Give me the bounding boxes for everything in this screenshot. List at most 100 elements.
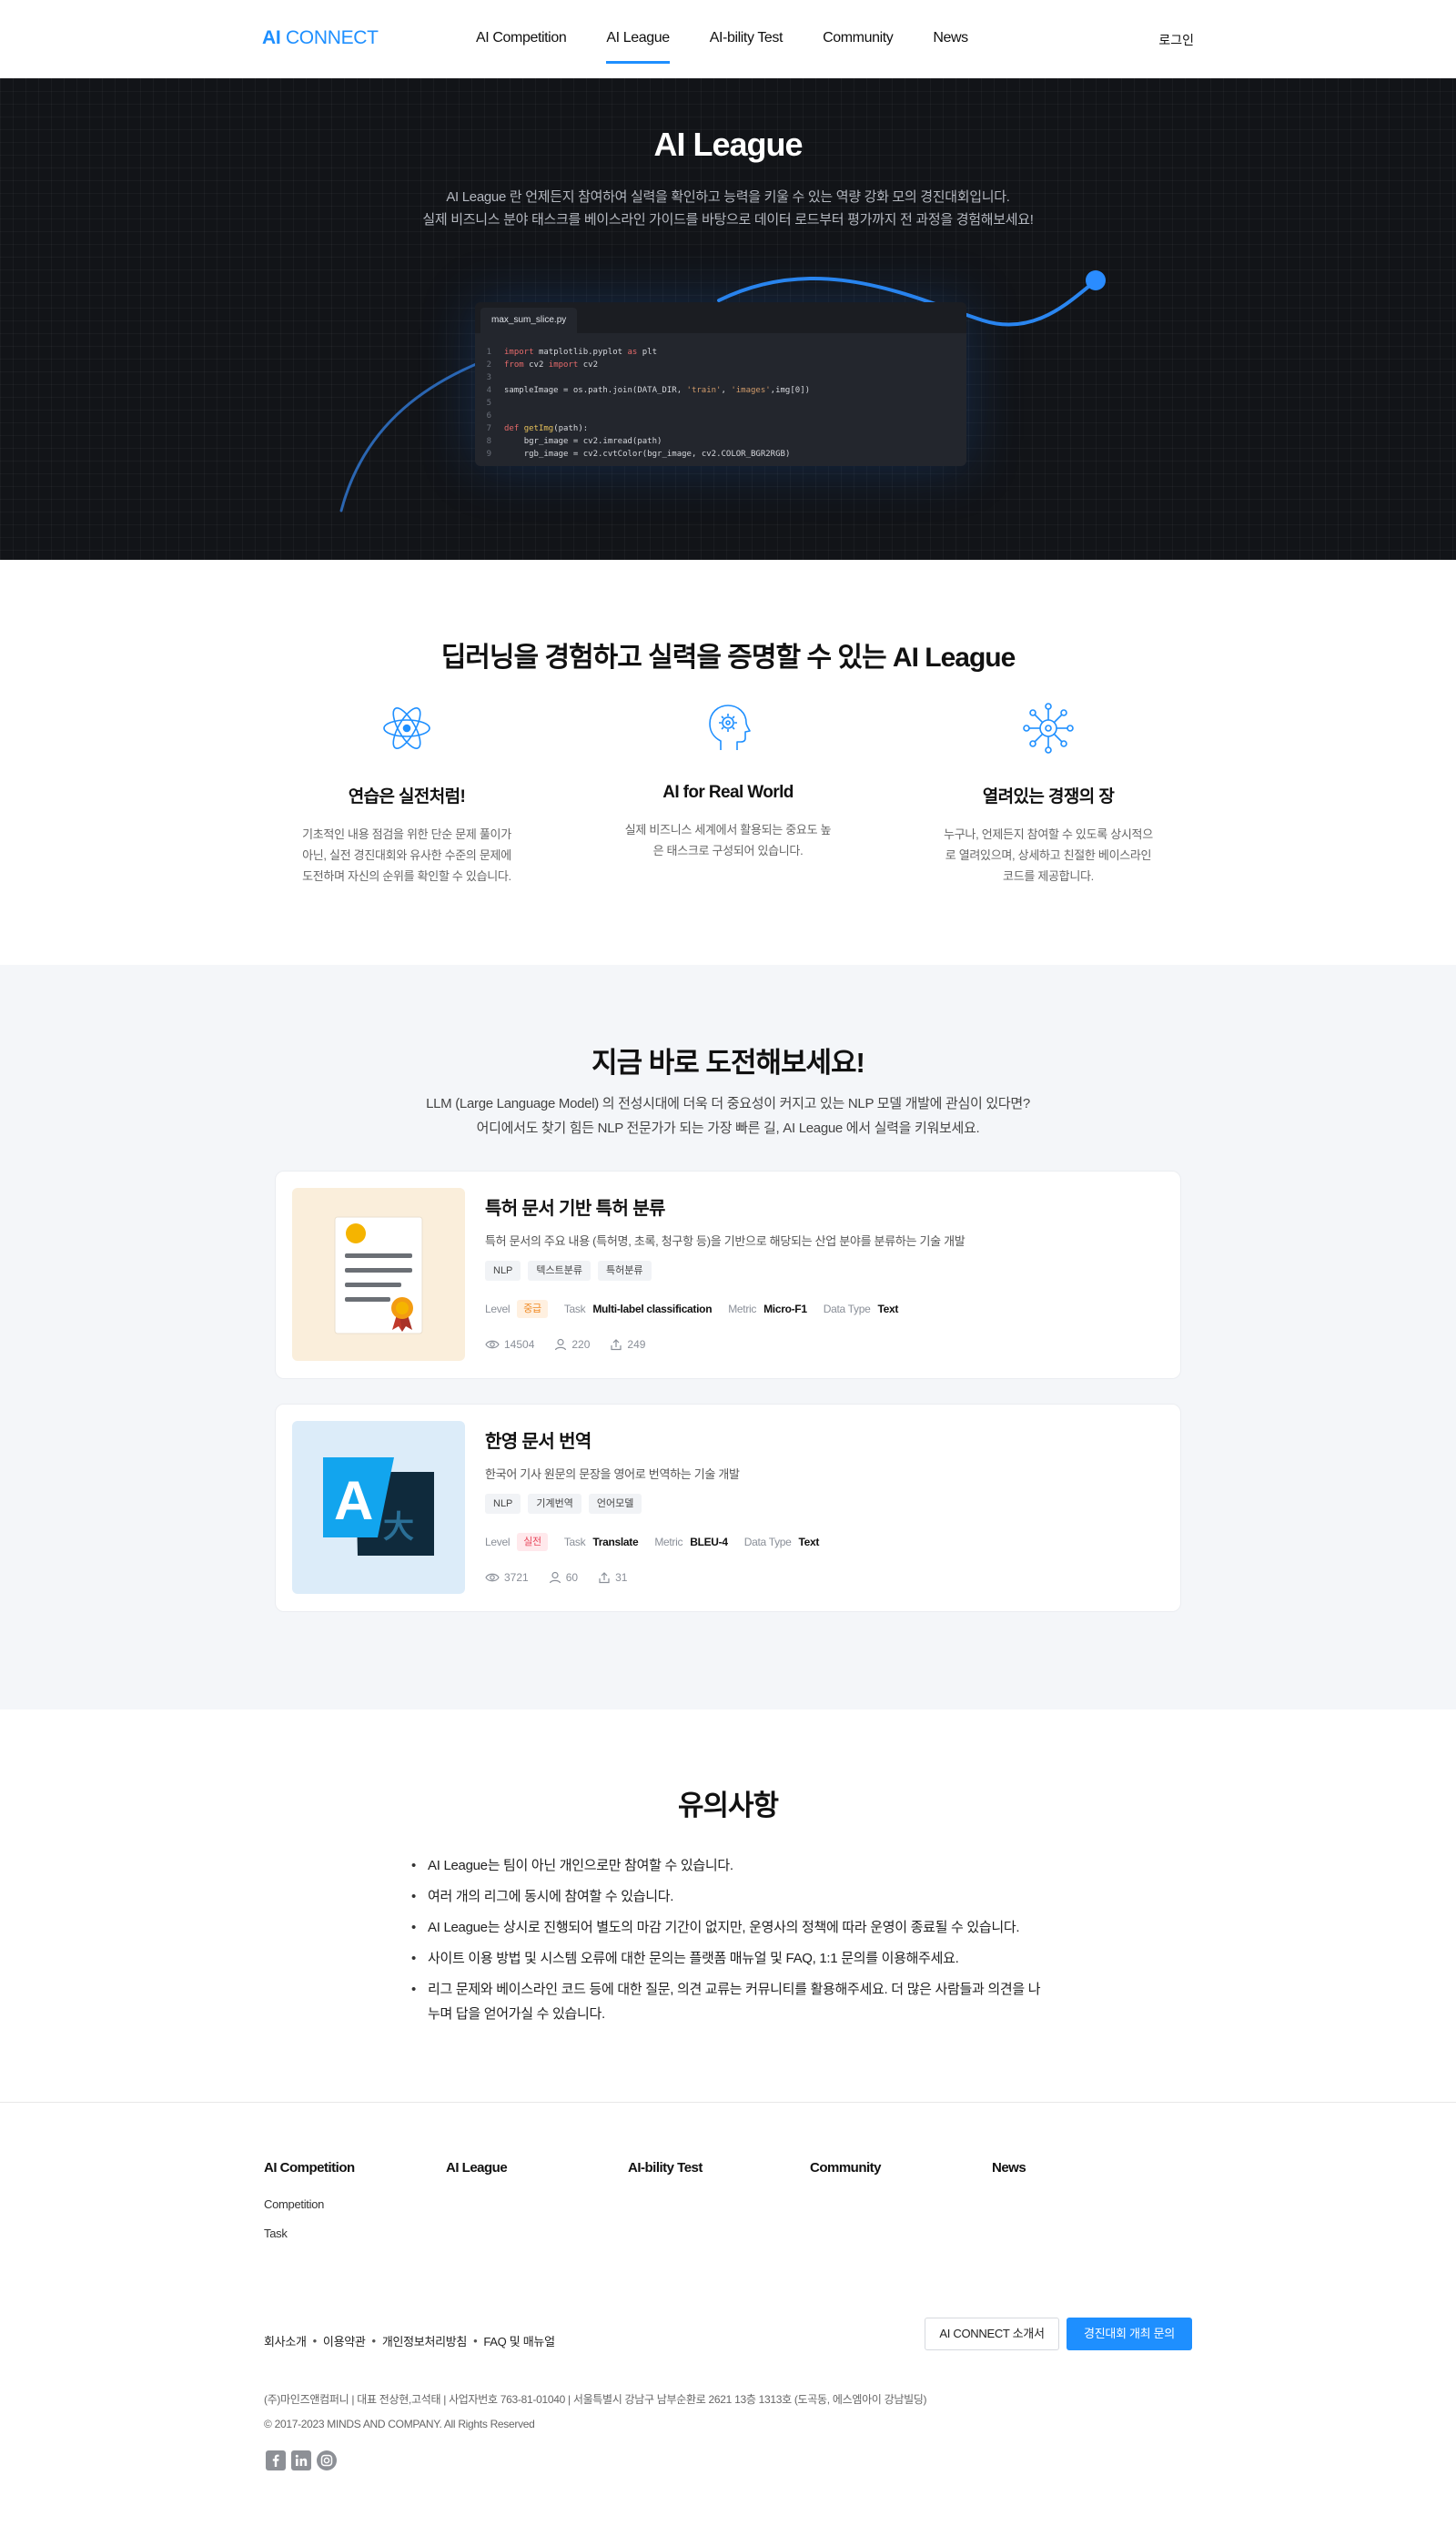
feature-description: 실제 비즈니스 세계에서 활용되는 중요도 높 은 태스크로 구성되어 있습니다… <box>610 819 846 861</box>
participants-count: 220 <box>571 1338 591 1351</box>
submissions-count: 249 <box>627 1338 646 1351</box>
features-title: 딥러닝을 경험하고 실력을 증명할 수 있는 AI League <box>440 643 1016 673</box>
card-meta: Level 실전 Task Translate Metric BLEU-4 Da… <box>485 1533 835 1551</box>
nav-news[interactable]: News <box>933 0 968 78</box>
copyright: © 2017-2023 MINDS AND COMPANY. All Right… <box>264 2418 535 2430</box>
level-label: Level <box>485 1303 511 1315</box>
metric-value: Micro-F1 <box>763 1303 807 1315</box>
footer-link-competition[interactable]: Competition <box>264 2197 324 2211</box>
nav-ai-competition[interactable]: AI Competition <box>476 0 567 78</box>
card-description: 특허 문서의 주요 내용 (특허명, 초록, 청구항 등)을 기반으로 해당되는… <box>485 1234 966 1248</box>
challenge-description: LLM (Large Language Model) 의 전성시대에 더욱 더 … <box>0 1091 1456 1141</box>
challenge-desc-line: LLM (Large Language Model) 의 전성시대에 더욱 더 … <box>426 1096 1030 1111</box>
main-nav: AI Competition AI League AI-bility Test … <box>476 0 968 78</box>
hero-description: AI League 란 언제든지 참여하여 실력을 확인하고 능력을 키울 수 … <box>0 186 1456 231</box>
card-title: 한영 문서 번역 <box>485 1432 592 1452</box>
upload-icon <box>611 1339 622 1351</box>
instagram-icon[interactable] <box>317 2450 337 2470</box>
feature-title: AI for Real World <box>662 783 794 802</box>
submissions-stat: 31 <box>598 1571 627 1584</box>
views-stat: 14504 <box>485 1338 534 1351</box>
card-stats: 14504 220 249 <box>485 1338 645 1351</box>
level-badge: 중급 <box>517 1300 548 1318</box>
data-type-label: Data Type <box>743 1536 792 1548</box>
logo-strong: AI <box>262 27 281 48</box>
footer-link-company[interactable]: 회사소개 <box>264 2332 307 2349</box>
upload-icon <box>599 1572 610 1584</box>
code-line: 6 <box>486 411 491 421</box>
social-links <box>266 2450 337 2470</box>
notice-item: 여러 개의 리그에 동시에 참여할 수 있습니다. <box>411 1884 1048 1909</box>
feature-desc-line: 실제 비즈니스 세계에서 활용되는 중요도 높 <box>624 823 832 837</box>
code-line: 3 <box>486 373 491 382</box>
code-line: 9 rgb_image = cv2.cvtColor(bgr_image, cv… <box>486 450 791 459</box>
footer-col-ai-competition[interactable]: AI Competition <box>264 2160 355 2176</box>
host-competition-button[interactable]: 경진대회 개최 문의 <box>1067 2318 1192 2350</box>
submissions-stat: 249 <box>610 1338 645 1351</box>
feature-desc-line: 누구나, 언제든지 참여할 수 있도록 상시적으 <box>944 827 1153 841</box>
task-value: Multi-label classification <box>592 1303 713 1315</box>
feature-description: 누구나, 언제든지 참여할 수 있도록 상시적으 로 열려있으며, 상세하고 친… <box>930 824 1167 887</box>
separator-dot: • <box>371 2334 377 2348</box>
tag: 특허분류 <box>598 1261 652 1281</box>
notice-item: AI League는 팀이 아닌 개인으로만 참여할 수 있습니다. <box>411 1853 1048 1878</box>
separator-dot: • <box>473 2334 478 2348</box>
feature-practice: 연습은 실전처럼! 기초적인 내용 점검을 위한 단순 문제 풀이가 아닌, 실… <box>288 701 525 887</box>
tag: 기계번역 <box>528 1494 581 1514</box>
code-line: 4 sampleImage = os.path.join(DATA_DIR, 't… <box>486 386 811 395</box>
hero-desc-line: 실제 비즈니스 분야 태스크를 베이스라인 가이드를 바탕으로 데이터 로드부터… <box>422 212 1034 228</box>
league-card-patent[interactable]: 특허 문서 기반 특허 분류 특허 문서의 주요 내용 (특허명, 초록, 청구… <box>275 1171 1181 1379</box>
site-footer: AI Competition AI League AI-bility Test … <box>0 2102 1456 2526</box>
footer-col-ai-bility-test[interactable]: AI-bility Test <box>628 2160 703 2176</box>
footer-col-news[interactable]: News <box>992 2160 1026 2176</box>
footer-link-faq[interactable]: FAQ 및 매뉴얼 <box>483 2332 555 2349</box>
code-preview: max_sum_slice.py 1 import matplotlib.pypl… <box>475 302 966 466</box>
atom-icon <box>379 701 434 756</box>
tag: NLP <box>485 1494 521 1514</box>
level-badge: 실전 <box>517 1533 548 1551</box>
footer-link-privacy[interactable]: 개인정보처리방침 <box>382 2332 468 2349</box>
views-stat: 3721 <box>485 1571 529 1584</box>
hero-desc-line: AI League 란 언제든지 참여하여 실력을 확인하고 능력을 키울 수 … <box>446 189 1010 205</box>
metric-label: Metric <box>728 1303 757 1315</box>
submissions-count: 31 <box>615 1571 628 1584</box>
league-card-translation[interactable]: A 大 한영 문서 번역 한국어 기사 원문의 문장을 영어로 번역하는 기술 … <box>275 1404 1181 1612</box>
card-title: 특허 문서 기반 특허 분류 <box>485 1199 665 1219</box>
card-stats: 3721 60 31 <box>485 1571 627 1584</box>
about-brochure-button[interactable]: AI CONNECT 소개서 <box>925 2318 1059 2350</box>
nav-ai-league[interactable]: AI League <box>606 0 670 78</box>
svg-text:大: 大 <box>383 1509 414 1546</box>
user-icon <box>549 1571 561 1584</box>
nav-ai-bility-test[interactable]: AI-bility Test <box>710 0 784 78</box>
participants-stat: 220 <box>554 1338 590 1351</box>
company-info: (주)마인즈앤컴퍼니 | 대표 전상현,고석태 | 사업자번호 763-81-0… <box>264 2393 927 2406</box>
footer-col-ai-league[interactable]: AI League <box>446 2160 508 2176</box>
svg-text:A: A <box>334 1470 373 1531</box>
tag: 텍스트분류 <box>528 1261 592 1281</box>
footer-link-task[interactable]: Task <box>264 2227 288 2240</box>
participants-stat: 60 <box>549 1571 578 1584</box>
logo[interactable]: AI CONNECT <box>262 27 379 49</box>
linkedin-icon[interactable] <box>291 2450 311 2470</box>
task-label: Task <box>563 1536 586 1548</box>
feature-real-world: AI for Real World 실제 비즈니스 세계에서 활용되는 중요도 … <box>610 701 846 861</box>
facebook-icon[interactable] <box>266 2450 286 2470</box>
notice-title: 유의사항 <box>677 1790 779 1821</box>
code-line: 8 bgr_image = cv2.imread(path) <box>486 437 662 446</box>
card-tags: NLP 기계번역 언어모델 <box>485 1494 642 1514</box>
notice-item: 리그 문제와 베이스라인 코드 등에 대한 질문, 의견 교류는 커뮤니티를 활… <box>411 1977 1048 2026</box>
footer-col-community[interactable]: Community <box>810 2160 882 2176</box>
feature-desc-line: 은 태스크로 구성되어 있습니다. <box>652 844 804 857</box>
login-link[interactable]: 로그인 <box>1158 31 1194 49</box>
notice-list: AI League는 팀이 아닌 개인으로만 참여할 수 있습니다. 여러 개의… <box>411 1853 1048 2033</box>
footer-link-terms[interactable]: 이용약관 <box>323 2332 366 2349</box>
task-value: Translate <box>592 1536 639 1548</box>
metric-value: BLEU-4 <box>690 1536 728 1548</box>
nav-community[interactable]: Community <box>823 0 894 78</box>
eye-icon <box>485 1573 500 1582</box>
hero-section: AI League AI League 란 언제든지 참여하여 실력을 확인하고… <box>0 78 1456 560</box>
eye-icon <box>485 1340 500 1349</box>
code-line: 7 def getImg(path): <box>486 424 589 433</box>
feature-desc-line: 기초적인 내용 점검을 위한 단순 문제 풀이가 <box>302 827 511 841</box>
code-line: 5 <box>486 399 491 408</box>
